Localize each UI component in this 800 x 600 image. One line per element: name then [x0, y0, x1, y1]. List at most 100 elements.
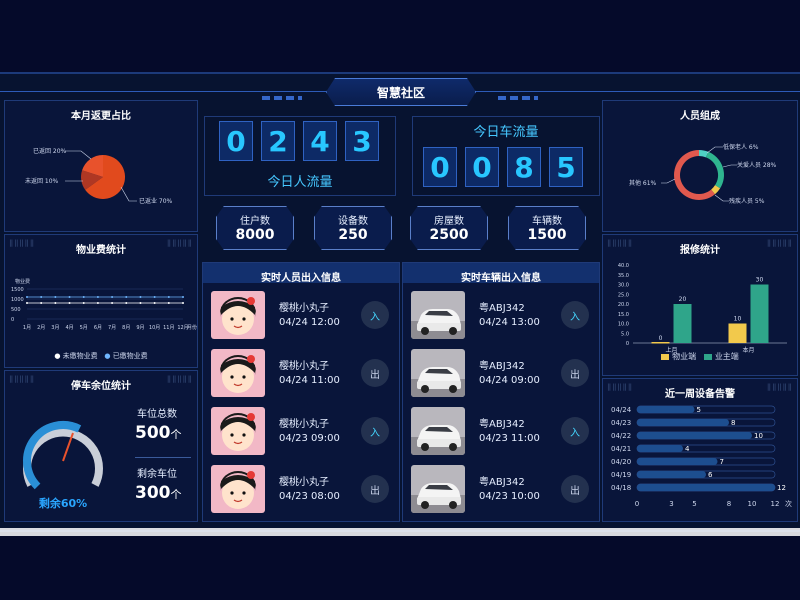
alert-bar [637, 458, 718, 465]
exit-button[interactable]: 出 [561, 359, 589, 387]
alerts-title: 近一周设备告警 [665, 389, 735, 400]
stat-label: 住户数 [240, 216, 270, 227]
car-record-row: 粤ABJ342 04/24 13:00 入 [409, 289, 595, 341]
car-photo [411, 465, 465, 513]
car-time: 04/24 09:00 [479, 375, 540, 386]
parking-panel: ‖‖‖‖‖ ‖‖‖‖‖ 停车余位统计 剩余60% 车位总数 500个 剩余车位 … [4, 370, 198, 522]
donut-label-2: 残疾人员 5% [729, 197, 765, 205]
alert-bar [637, 432, 752, 439]
fee-point [26, 302, 28, 304]
car-plate: 粤ABJ342 [479, 477, 525, 488]
header-deco-left [262, 96, 302, 100]
gauge-needle [62, 432, 74, 462]
car-plate: 粤ABJ342 [479, 361, 525, 372]
person-time: 04/24 12:00 [279, 317, 340, 328]
stat-value: 2500 [429, 227, 469, 243]
composition-donut: 低保老人 6% 关爱人员 28% 残疾人员 5% 其他 61% [629, 143, 777, 205]
fee-point [182, 296, 184, 298]
fee-x-tick: 4月 [65, 325, 73, 331]
fee-point [167, 302, 170, 304]
fee-point [139, 302, 142, 304]
car-time: 04/23 10:00 [479, 491, 540, 502]
alert-x-unit: 次 [785, 499, 792, 508]
entry-button[interactable]: 入 [361, 417, 389, 445]
people-flow-digit: 0 [219, 121, 253, 161]
exit-button[interactable]: 出 [361, 359, 389, 387]
fee-point [111, 302, 114, 304]
fee-x-tick: 9月 [136, 325, 144, 331]
avatar [211, 407, 265, 455]
app-title: 智慧社区 [326, 78, 476, 106]
donut-slice [698, 150, 709, 158]
repair-y-tick: 25.0 [618, 292, 629, 298]
total-spaces-label: 车位总数 [137, 409, 177, 420]
parking-gauge: 剩余60% [23, 421, 103, 510]
person-record-row: 樱桃小丸子 04/23 09:00 入 [209, 405, 395, 457]
alert-bar-label: 6 [708, 471, 713, 479]
vacancy-ratio-panel: 本月返更占比 已返回 20% 未返回 10% 已返业 70% [4, 100, 198, 232]
fee-point [68, 296, 71, 298]
donut-label-0: 低保老人 6% [723, 143, 759, 151]
car-records-panel: 实时车辆出入信息 粤ABJ342 04/24 13:00 入 粤ABJ342 0… [402, 262, 600, 522]
entry-button[interactable]: 入 [361, 301, 389, 329]
fee-point [40, 296, 43, 298]
fee-point [82, 302, 85, 304]
header-deco-right [498, 96, 538, 100]
entry-button[interactable]: 入 [561, 301, 589, 329]
person-time: 04/24 11:00 [279, 375, 340, 386]
avatar [211, 349, 265, 397]
fee-point [54, 296, 57, 298]
exit-button[interactable]: 出 [361, 475, 389, 503]
fee-y-tick: 0 [11, 317, 14, 323]
repair-bar [728, 323, 747, 343]
car-photo [411, 407, 465, 455]
fee-point [68, 302, 71, 304]
alert-y-tick: 04/24 [611, 406, 632, 414]
stat-houses: 房屋数 2500 [410, 206, 488, 250]
alert-bar [637, 484, 775, 491]
avatar [211, 291, 265, 339]
dashboard-screen: 智慧社区 本月返更占比 已返回 20% 未返回 10% 已返业 70% ‖‖‖‖… [0, 72, 800, 532]
car-time: 04/24 13:00 [479, 317, 540, 328]
car-photo [411, 291, 465, 339]
pie-label-0: 已返回 20% [33, 148, 67, 155]
people-flow-panel: 0 2 4 3 今日人流量 [204, 116, 396, 196]
remaining-spaces-unit: 个 [170, 488, 182, 501]
alert-x-tick: 8 [727, 500, 731, 508]
repair-bar-label: 10 [734, 316, 742, 323]
entry-button[interactable]: 入 [561, 417, 589, 445]
fee-legend-unpaid: 未缴物业费 [62, 352, 98, 360]
alert-bar-label: 10 [754, 432, 763, 440]
alert-bar-label: 8 [731, 419, 735, 427]
repair-legend-1: 业主端 [714, 352, 739, 361]
alerts-bar-chart: 04/24 5 04/23 8 04/22 10 04/21 4 04/20 7 04/19 6 04/… [611, 405, 792, 508]
person-records-panel: 实时人员出入信息 樱桃小丸子 04/24 12:00 入 樱桃小丸子 04/24… [202, 262, 400, 522]
total-spaces-number: 500 [135, 423, 171, 443]
fee-legend-paid: 已缴物业费 [112, 352, 148, 360]
repair-y-tick: 20.0 [618, 302, 629, 308]
stat-value: 250 [338, 227, 368, 243]
remaining-spaces-value: 300个 [135, 483, 182, 503]
people-flow-digit: 2 [261, 121, 295, 161]
donut-label-3: 其他 61% [629, 179, 657, 187]
fee-x-tick: 10月 [149, 325, 160, 331]
repair-bar-chart: 40.035.030.025.020.015.010.05.00上月020本月1… [618, 263, 787, 354]
remaining-spaces-number: 300 [135, 483, 171, 503]
car-photo [411, 349, 465, 397]
repair-y-tick: 40.0 [618, 263, 629, 269]
stat-residents: 住户数 8000 [216, 206, 294, 250]
alert-y-tick: 04/21 [611, 445, 631, 453]
car-records-title: 实时车辆出入信息 [461, 273, 541, 284]
stat-label: 设备数 [338, 216, 368, 227]
repair-y-tick: 30.0 [618, 283, 629, 289]
alert-bar [637, 419, 729, 426]
remaining-spaces-label: 剩余车位 [137, 469, 177, 480]
car-record-row: 粤ABJ342 04/23 10:00 出 [409, 463, 595, 515]
fee-point [125, 296, 128, 298]
exit-button[interactable]: 出 [561, 475, 589, 503]
repair-bar [651, 342, 670, 344]
repair-bar-label: 20 [679, 296, 687, 303]
car-flow-digit: 0 [423, 147, 457, 187]
fee-y-tick: 1500 [11, 287, 24, 293]
alert-bar-label: 5 [697, 406, 701, 414]
